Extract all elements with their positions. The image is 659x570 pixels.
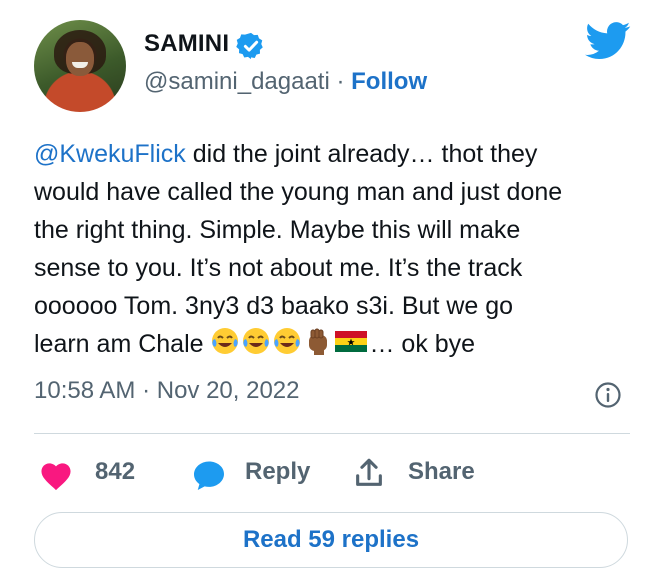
- tweet-text-line1: did the joint already… thot they: [185, 140, 538, 168]
- share-button[interactable]: Share: [408, 458, 475, 486]
- tears-of-joy-emoji-icon: [212, 328, 239, 354]
- read-replies-button[interactable]: Read 59 replies: [34, 512, 628, 568]
- info-icon[interactable]: [594, 381, 622, 409]
- tweet-text: @KwekuFlick did the joint already… thot …: [34, 135, 634, 363]
- ghana-flag-icon: [335, 331, 368, 352]
- avatar[interactable]: [34, 20, 126, 112]
- author-display-name[interactable]: SAMINI: [144, 30, 229, 58]
- reply-bubble-icon[interactable]: [190, 457, 228, 493]
- mention-link[interactable]: @KwekuFlick: [34, 140, 186, 168]
- share-icon[interactable]: [352, 456, 386, 490]
- tweet-timestamp[interactable]: 10:58 AM · Nov 20, 2022: [34, 377, 300, 405]
- avatar-face: [66, 42, 94, 76]
- like-count[interactable]: 842: [95, 458, 135, 486]
- verified-badge-icon: [236, 32, 263, 60]
- follow-button[interactable]: Follow: [351, 68, 427, 95]
- reply-button[interactable]: Reply: [245, 458, 310, 486]
- handle-separator: ·: [329, 68, 352, 95]
- author-handle[interactable]: @samini_dagaati: [144, 68, 330, 95]
- heart-icon[interactable]: [38, 459, 74, 491]
- raised-fist-icon: [309, 328, 328, 355]
- divider: [34, 433, 630, 434]
- tears-of-joy-emoji-icon: [243, 328, 270, 354]
- tears-of-joy-emoji-icon: [274, 328, 301, 354]
- tweet-text-tail: … ok bye: [369, 330, 476, 358]
- handle-row: @samini_dagaati · Follow: [144, 68, 427, 96]
- twitter-bird-icon[interactable]: [585, 21, 631, 61]
